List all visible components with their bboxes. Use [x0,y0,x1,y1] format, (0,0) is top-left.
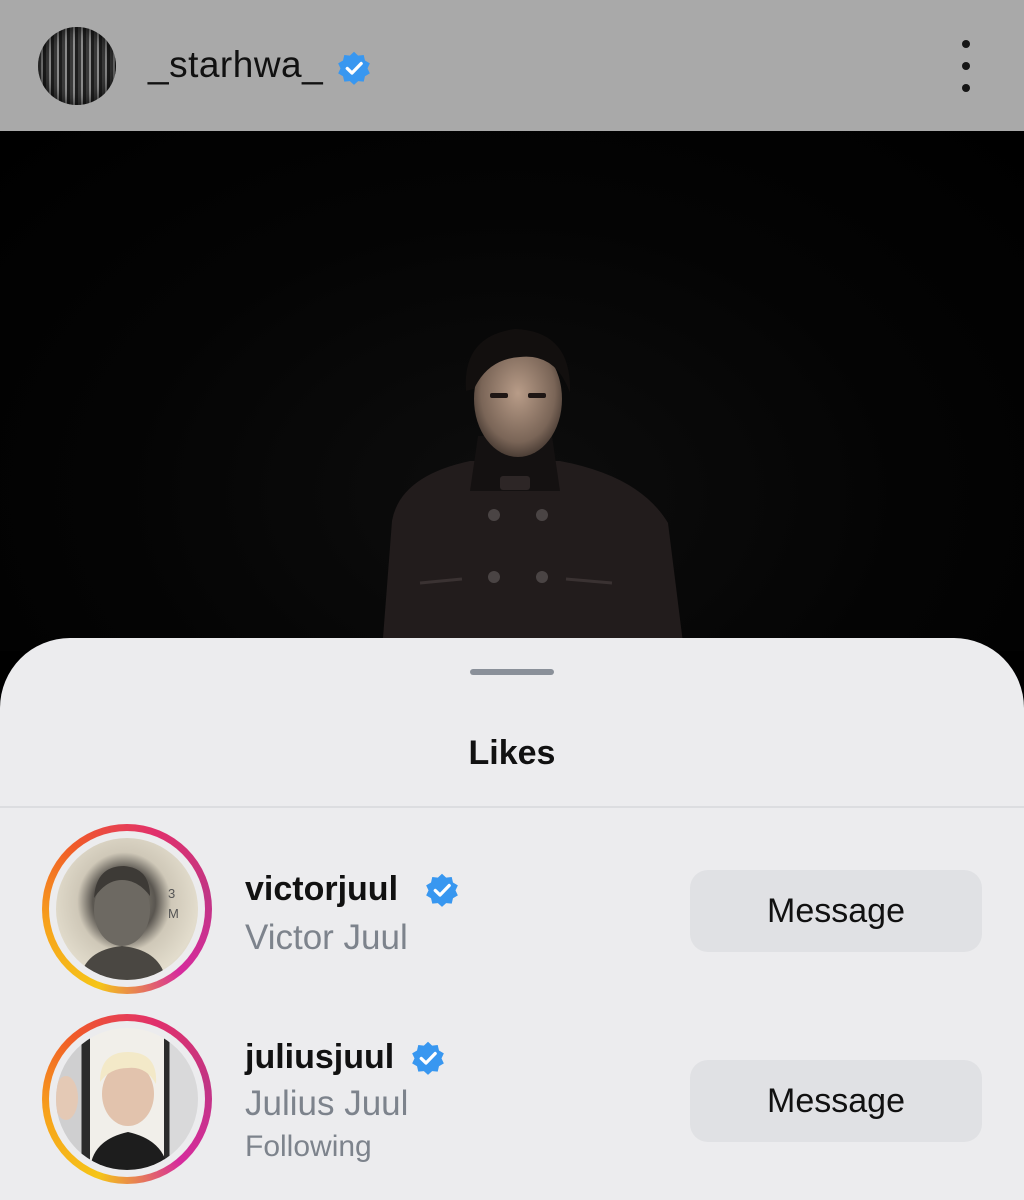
avatar [56,1028,198,1170]
message-button[interactable]: Message [690,1060,982,1142]
author-username[interactable]: _starhwa_ [148,44,323,86]
username[interactable]: juliusjuul [245,1038,394,1077]
more-dot [962,40,970,48]
full-name: Victor Juul [245,918,408,957]
divider [0,806,1024,808]
like-row[interactable]: 3 M victorjuul Victor Juul Message [0,824,1024,1004]
post-header: _starhwa_ [0,0,1024,131]
more-options-icon[interactable] [950,40,982,92]
sheet-title: Likes [468,734,556,772]
verified-badge-icon [338,51,370,85]
verified-badge-icon [412,1041,444,1075]
verified-badge-icon [426,873,458,907]
like-row[interactable]: juliusjuul Julius Juul Following Message [0,1014,1024,1194]
full-name: Julius Juul [245,1084,409,1123]
svg-text:3: 3 [168,886,175,901]
likes-sheet: Likes 3 M victorjuul Victor Juul Message [0,638,1024,1200]
drag-handle[interactable] [470,669,554,675]
more-dot [962,84,970,92]
avatar: 3 M [56,838,198,980]
more-dot [962,62,970,70]
username[interactable]: victorjuul [245,870,398,909]
message-button[interactable]: Message [690,870,982,952]
post-photo[interactable] [0,131,1024,651]
story-ring-avatar[interactable] [42,1014,212,1184]
svg-text:M: M [168,906,179,921]
author-avatar[interactable] [38,27,116,105]
story-ring-avatar[interactable]: 3 M [42,824,212,994]
following-status: Following [245,1130,372,1163]
model-photo-illustration [382,329,684,651]
